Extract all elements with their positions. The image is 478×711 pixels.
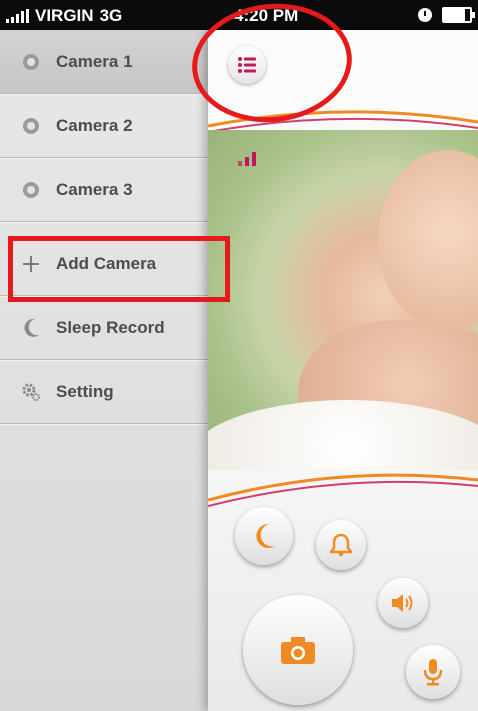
menu-item-label: Camera 3 xyxy=(56,179,133,199)
camera-view-panel xyxy=(208,30,478,711)
speaker-button[interactable] xyxy=(378,578,428,628)
menu-item-setting[interactable]: Setting xyxy=(0,360,210,424)
menu-item-label: Camera 1 xyxy=(56,51,133,71)
camera-icon xyxy=(20,179,42,201)
menu-item-camera-3[interactable]: Camera 3 xyxy=(0,158,210,222)
carrier-name: VIRGIN xyxy=(35,6,94,25)
menu-item-label: Camera 2 xyxy=(56,115,133,135)
sleep-mode-button[interactable] xyxy=(235,507,293,565)
moon-icon xyxy=(256,523,275,548)
moon-icon xyxy=(20,317,42,339)
menu-item-label: Setting xyxy=(56,381,114,401)
menu-item-sleep-record[interactable]: Sleep Record xyxy=(0,296,210,360)
controls-swoosh xyxy=(208,473,478,507)
camera-icon xyxy=(20,115,42,137)
network-type: 3G xyxy=(99,6,123,25)
highlight-rectangle-annotation xyxy=(8,236,230,302)
connection-signal-icon xyxy=(238,152,256,166)
microphone-button[interactable] xyxy=(406,645,460,699)
camera-video-feed[interactable] xyxy=(208,130,478,498)
speaker-icon xyxy=(392,594,413,612)
bell-icon xyxy=(330,533,352,557)
carrier-info: VIRGIN 3G xyxy=(6,6,122,26)
signal-strength-icon xyxy=(6,9,29,23)
menu-item-camera-1[interactable]: Camera 1 xyxy=(0,30,210,94)
camera-icon xyxy=(20,51,42,73)
side-menu: Camera 1 Camera 2 Camera 3 Add Camera Sl… xyxy=(0,30,210,711)
menu-item-label: Sleep Record xyxy=(56,317,165,337)
microphone-icon xyxy=(423,659,443,686)
battery-icon xyxy=(442,7,475,23)
gear-icon xyxy=(20,381,42,403)
alarm-clock-icon xyxy=(418,8,432,22)
snapshot-button[interactable] xyxy=(243,595,353,705)
camera-icon xyxy=(281,637,315,664)
alarm-button[interactable] xyxy=(316,520,366,570)
menu-item-camera-2[interactable]: Camera 2 xyxy=(0,94,210,158)
